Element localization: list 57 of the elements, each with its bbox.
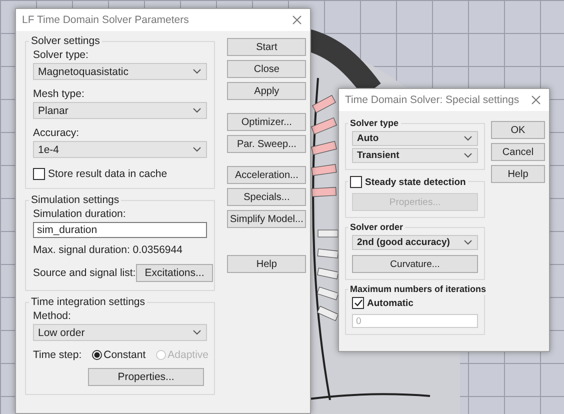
checkbox[interactable] xyxy=(352,297,364,309)
field-label: Time step: xyxy=(33,349,82,361)
dialog-button[interactable]: Apply xyxy=(227,82,306,100)
chevron-icon xyxy=(193,69,201,74)
dialog-button[interactable]: Help xyxy=(491,165,545,183)
close-icon[interactable] xyxy=(531,95,541,105)
dialog-button[interactable]: Cancel xyxy=(491,143,545,161)
excitations-button[interactable]: Excitations... xyxy=(136,264,214,282)
window-title: LF Time Domain Solver Parameters xyxy=(22,14,189,26)
close-icon[interactable] xyxy=(292,15,302,25)
group-title: Time integration settings xyxy=(31,296,145,308)
radio-label: Adaptive xyxy=(168,349,209,361)
group-title: Solver type xyxy=(350,118,399,128)
chevron-icon xyxy=(193,147,201,152)
checkbox-label: Store result data in cache xyxy=(48,168,168,180)
dropdown[interactable]: Magnetoquasistatic xyxy=(33,63,207,80)
chevron-icon xyxy=(193,330,201,335)
dialog-button[interactable]: OK xyxy=(491,121,545,139)
group-title: Solver settings xyxy=(31,35,100,47)
dropdown[interactable]: Low order xyxy=(33,324,207,341)
dialog-button[interactable]: Optimizer... xyxy=(227,113,306,131)
field-label: Method: xyxy=(33,310,72,322)
dialog-button[interactable]: Par. Sweep... xyxy=(227,135,306,153)
field-label: Simulation duration: xyxy=(33,208,127,220)
dialog-button[interactable]: Help xyxy=(227,255,306,273)
properties-button[interactable]: Properties... xyxy=(88,368,204,386)
dialog-button[interactable]: Start xyxy=(227,38,306,56)
dropdown[interactable]: Auto xyxy=(352,131,478,146)
dialog-button[interactable]: Acceleration... xyxy=(227,166,306,184)
field-label: Mesh type: xyxy=(33,88,86,100)
group-title: Simulation settings xyxy=(31,194,120,206)
dropdown[interactable]: 2nd (good accuracy) xyxy=(352,235,478,250)
field-label: Source and signal list: xyxy=(33,267,136,279)
field-label: Accuracy: xyxy=(33,127,80,139)
chevron-icon xyxy=(464,153,472,158)
field-label: Solver type: xyxy=(33,49,90,61)
chevron-icon xyxy=(464,240,472,245)
dialog-button[interactable]: Close xyxy=(227,60,306,78)
dialog-button[interactable]: Simplify Model... xyxy=(227,210,306,228)
group-title: Maximum numbers of iterations xyxy=(350,284,486,294)
window-title: Time Domain Solver: Special settings xyxy=(345,94,520,106)
properties-button[interactable]: Curvature... xyxy=(352,255,478,273)
chevron-icon xyxy=(193,108,201,113)
checkbox-label: Automatic xyxy=(367,298,414,308)
checkbox[interactable] xyxy=(33,168,45,180)
radio-label: Constant xyxy=(104,349,146,361)
radio-button[interactable] xyxy=(92,350,102,360)
chevron-icon xyxy=(464,136,472,141)
dropdown[interactable]: Planar xyxy=(33,102,207,119)
checkbox-label: Steady state detection xyxy=(365,176,466,188)
dropdown[interactable]: 1e-4 xyxy=(33,141,207,158)
text-field[interactable]: sim_duration xyxy=(33,222,207,238)
dialog-button[interactable]: Specials... xyxy=(227,188,306,206)
info-text: Max. signal duration: 0.0356944 xyxy=(33,244,184,256)
group-title: Solver order xyxy=(350,222,404,232)
dropdown[interactable]: Transient xyxy=(352,148,478,163)
checkbox[interactable] xyxy=(350,176,362,188)
